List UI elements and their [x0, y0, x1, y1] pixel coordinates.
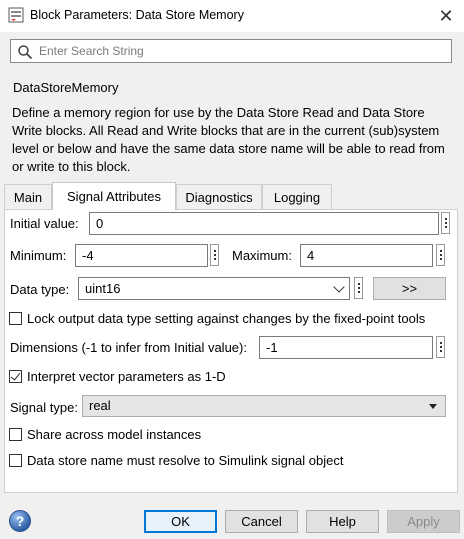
- cancel-button[interactable]: Cancel: [225, 510, 298, 533]
- chevron-down-icon: [333, 281, 345, 293]
- resolve-signal-checkbox[interactable]: [9, 454, 22, 467]
- signal-type-value: real: [89, 398, 111, 413]
- checkmark-icon: [10, 370, 21, 381]
- data-type-select[interactable]: uint16: [78, 277, 350, 300]
- dimensions-field[interactable]: -1: [259, 336, 433, 359]
- search-box[interactable]: [10, 39, 452, 63]
- data-type-assistant-button[interactable]: >>: [373, 277, 446, 300]
- search-input[interactable]: [39, 42, 444, 60]
- help-icon[interactable]: ?: [9, 510, 31, 532]
- initial-value-field[interactable]: 0: [89, 212, 439, 235]
- lock-output-label: Lock output data type setting against ch…: [27, 311, 426, 326]
- share-instances-label: Share across model instances: [27, 427, 202, 442]
- tab-logging[interactable]: Logging: [262, 184, 332, 209]
- data-type-label: Data type:: [10, 282, 70, 297]
- share-instances-checkbox[interactable]: [9, 428, 22, 441]
- close-icon: ✕: [438, 5, 454, 26]
- maximum-field[interactable]: 4: [300, 244, 433, 267]
- signal-type-select[interactable]: real: [82, 395, 446, 417]
- help-icon-glyph: ?: [15, 513, 25, 529]
- maximum-options-icon[interactable]: [436, 244, 445, 266]
- dimensions-label: Dimensions (-1 to infer from Initial val…: [10, 340, 247, 355]
- initial-value-options-icon[interactable]: [441, 212, 450, 234]
- window-title: Block Parameters: Data Store Memory: [30, 8, 244, 22]
- dimensions-options-icon[interactable]: [436, 336, 445, 358]
- dropdown-arrow-icon: [429, 404, 437, 409]
- maximum-label: Maximum:: [232, 248, 292, 263]
- initial-value-label: Initial value:: [10, 216, 79, 231]
- data-type-options-icon[interactable]: [354, 277, 363, 299]
- tab-main[interactable]: Main: [4, 184, 52, 209]
- minimum-options-icon[interactable]: [210, 244, 219, 266]
- apply-button[interactable]: Apply: [387, 510, 460, 533]
- interpret-vector-checkbox[interactable]: [9, 370, 22, 383]
- simulink-block-icon: [8, 7, 24, 23]
- minimum-field[interactable]: -4: [75, 244, 208, 267]
- block-description: Define a memory region for use by the Da…: [12, 105, 445, 174]
- search-icon: [18, 45, 33, 60]
- minimum-label: Minimum:: [10, 248, 67, 263]
- interpret-vector-label: Interpret vector parameters as 1-D: [27, 369, 226, 384]
- resolve-signal-label: Data store name must resolve to Simulink…: [27, 453, 344, 468]
- help-button[interactable]: Help: [306, 510, 379, 533]
- ok-button[interactable]: OK: [144, 510, 217, 533]
- data-type-value: uint16: [85, 281, 121, 296]
- lock-output-checkbox[interactable]: [9, 312, 22, 325]
- tab-signal-attributes[interactable]: Signal Attributes: [52, 182, 176, 210]
- block-type-title: DataStoreMemory: [13, 80, 119, 95]
- close-button[interactable]: ✕: [434, 4, 458, 28]
- signal-type-label: Signal type:: [10, 400, 78, 415]
- tab-diagnostics[interactable]: Diagnostics: [176, 184, 262, 209]
